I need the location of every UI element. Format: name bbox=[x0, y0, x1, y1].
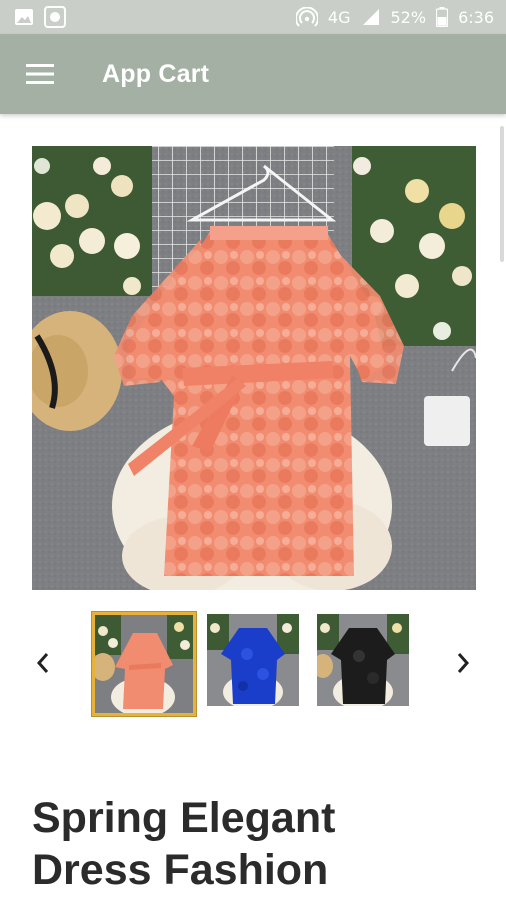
chevron-left-icon[interactable] bbox=[26, 646, 60, 680]
battery-percent: 52% bbox=[390, 7, 427, 27]
thumbnail-black[interactable] bbox=[317, 614, 409, 706]
product-title-line2: Dress Fashion bbox=[32, 846, 329, 894]
record-icon bbox=[44, 6, 66, 28]
network-type: 4G bbox=[327, 7, 351, 27]
chevron-right-icon[interactable] bbox=[446, 646, 480, 680]
thumbnail-blue[interactable] bbox=[207, 614, 299, 706]
image-icon bbox=[14, 7, 34, 27]
thumbnail-coral[interactable] bbox=[92, 612, 196, 716]
product-main-image[interactable] bbox=[32, 146, 476, 590]
hamburger-menu-icon[interactable] bbox=[10, 44, 70, 104]
product-title-line1: Spring Elegant bbox=[32, 794, 336, 842]
scroll-indicator[interactable] bbox=[500, 126, 504, 262]
clock: 6:36 bbox=[458, 7, 494, 27]
product-title: Spring Elegant Dress Fashion bbox=[32, 792, 472, 896]
status-bar: 4G 52% 6:36 bbox=[0, 0, 506, 34]
app-bar: App Cart bbox=[0, 34, 506, 114]
signal-icon bbox=[361, 7, 381, 27]
hotspot-icon bbox=[295, 7, 318, 27]
image-carousel bbox=[0, 608, 506, 718]
battery-icon bbox=[436, 7, 449, 27]
app-title: App Cart bbox=[102, 59, 210, 88]
